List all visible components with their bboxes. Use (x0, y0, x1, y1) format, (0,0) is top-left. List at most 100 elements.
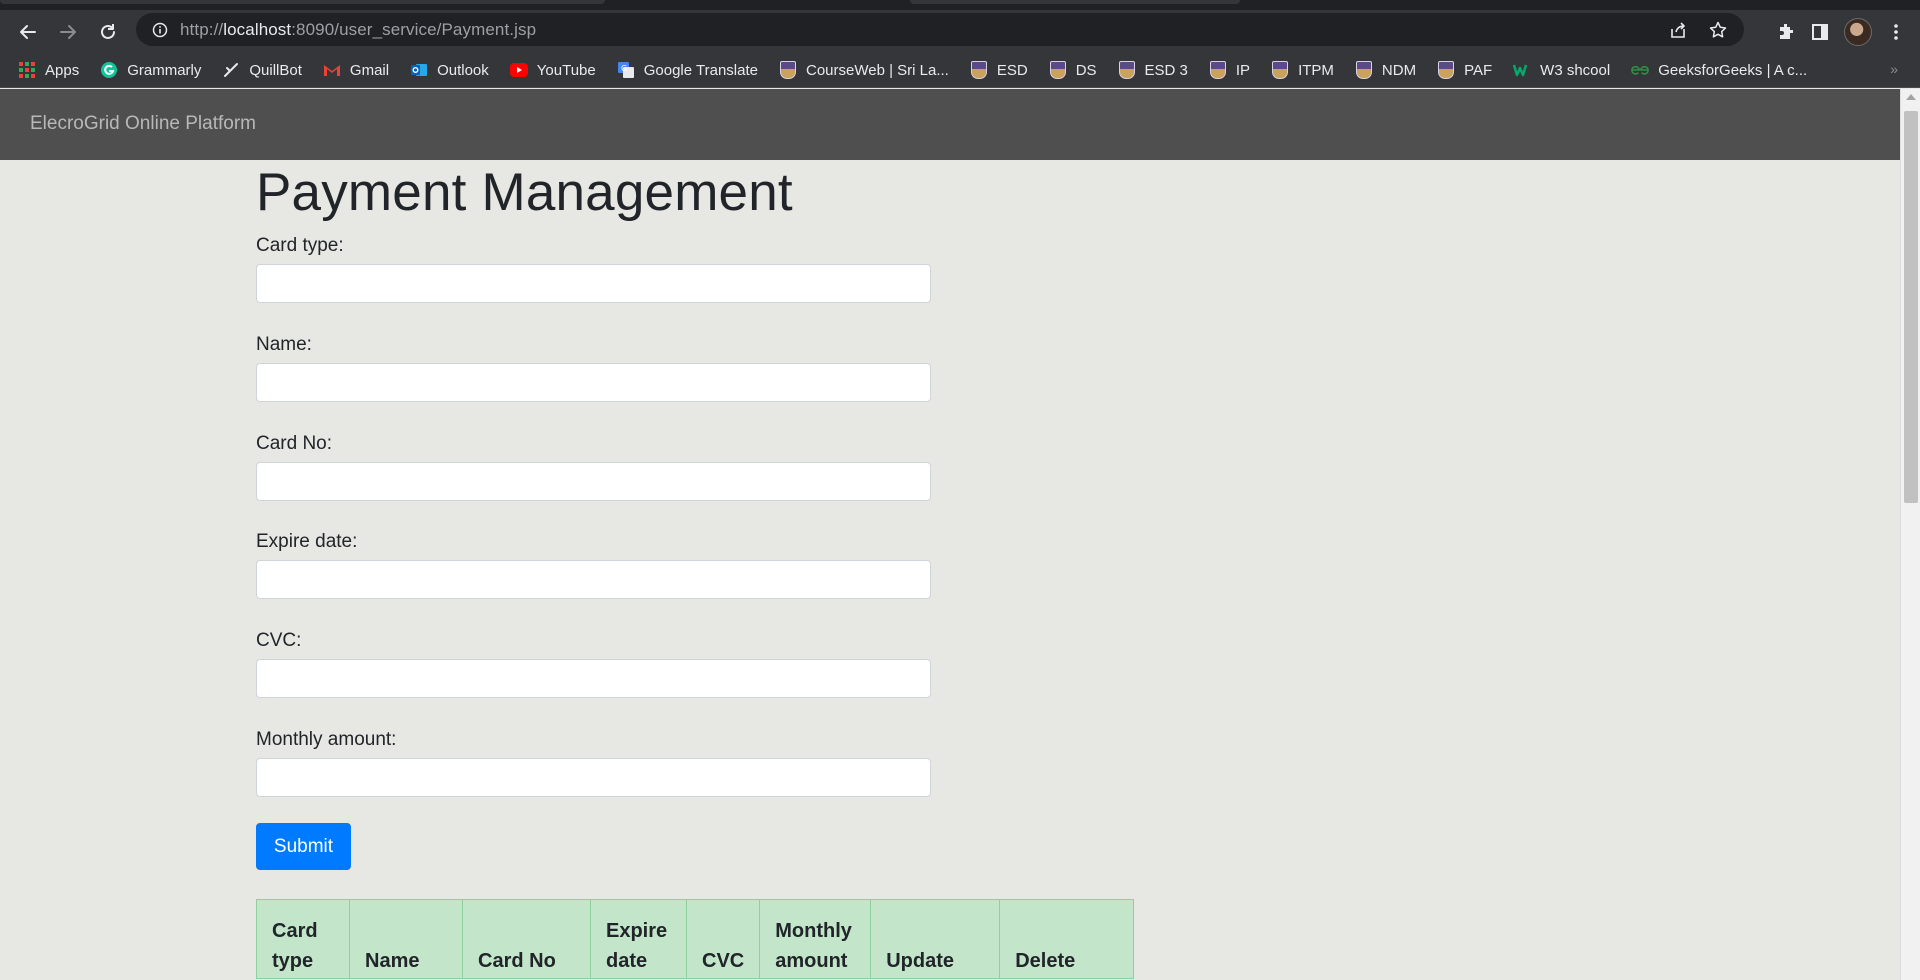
bookmark-item[interactable]: PAF (1437, 61, 1492, 79)
apps-grid-icon (18, 61, 36, 79)
bookmark-star-icon[interactable] (1708, 20, 1728, 40)
bookmark-item[interactable]: GeeksforGeeks | A c... (1631, 61, 1807, 79)
page-title: Payment Management (256, 163, 793, 222)
bookmark-item[interactable]: Gmail (323, 61, 389, 79)
expire-date-group: Expire date: (256, 530, 931, 599)
bookmark-label: Google Translate (643, 61, 758, 79)
google-translate-icon: G (617, 61, 635, 79)
reload-icon (101, 23, 115, 39)
bookmark-label: Gmail (349, 61, 390, 79)
url-scheme: http:// (180, 19, 224, 39)
bookmark-label: YouTube (536, 61, 596, 79)
bookmark-label: Apps (45, 61, 80, 79)
tab-strip (0, 0, 1920, 10)
grammarly-icon (100, 61, 118, 79)
column-header-cvc: CVC (685, 899, 761, 979)
toolbar-actions (1776, 10, 1920, 53)
bookmark-item[interactable]: IP (1209, 61, 1250, 79)
site-navbar: ElecroGrid Online Platform (0, 89, 1900, 160)
url-path: :8090/user_service/Payment.jsp (291, 19, 537, 39)
column-header-update: Update (870, 899, 1001, 979)
site-info-icon[interactable] (148, 22, 172, 38)
bookmark-label: Grammarly (127, 61, 202, 79)
sliit-icon (970, 61, 988, 79)
bookmark-item[interactable]: Apps (18, 61, 79, 79)
bookmark-item[interactable]: QuillBot (222, 61, 302, 79)
bookmarks-bar: Apps Grammarly QuillBot Gmail Outlook YouTube… (0, 53, 1920, 88)
scrollbar-thumb[interactable] (1904, 111, 1918, 503)
bookmark-item[interactable]: NDM (1355, 61, 1416, 79)
name-input[interactable] (256, 363, 931, 402)
sliit-icon (1437, 61, 1455, 79)
back-button[interactable] (8, 12, 48, 52)
bookmark-label: PAF (1464, 61, 1493, 79)
card-no-label: Card No: (256, 433, 333, 454)
browser-toolbar: http://localhost:8090/user_service/Payme… (0, 10, 1920, 53)
extensions-puzzle-icon[interactable] (1776, 22, 1796, 42)
profile-avatar[interactable] (1844, 17, 1872, 46)
share-icon[interactable] (1668, 20, 1688, 40)
bookmark-item[interactable]: Grammarly (100, 61, 201, 79)
table-header-row: Card type Name Card No Expire date CVC M… (256, 899, 1135, 979)
back-arrow-icon (20, 24, 36, 39)
sliit-icon (1271, 61, 1289, 79)
name-label: Name: (256, 334, 312, 355)
forward-arrow-icon (60, 24, 76, 39)
gmail-icon (323, 61, 341, 79)
bookmark-item[interactable]: YouTube (509, 61, 596, 79)
page-scrollbar[interactable] (1900, 89, 1920, 980)
column-header-expire-date: Expire date (590, 899, 687, 979)
payments-table: Card type Name Card No Expire date CVC M… (256, 899, 1135, 979)
card-type-group: Card type: (256, 234, 931, 303)
sliit-icon (779, 61, 797, 79)
bookmark-item[interactable]: W3 shcool (1513, 61, 1610, 79)
svg-text:G: G (621, 64, 627, 73)
bookmark-item[interactable]: Outlook (410, 61, 489, 79)
bookmark-item[interactable]: CourseWeb | Sri La... (779, 61, 949, 79)
column-header-card-no: Card No (462, 899, 591, 979)
expire-date-input[interactable] (256, 560, 931, 599)
submit-button[interactable]: Submit (256, 823, 351, 870)
navbar-brand[interactable]: ElecroGrid Online Platform (30, 113, 256, 135)
forward-button[interactable] (48, 12, 88, 52)
bookmark-label: GeeksforGeeks | A c... (1658, 61, 1808, 79)
bookmark-item[interactable]: G Google Translate (617, 61, 758, 79)
bookmark-label: ESD (996, 61, 1028, 79)
youtube-icon (509, 61, 528, 79)
outlook-icon (410, 61, 428, 79)
cvc-input[interactable] (256, 659, 931, 698)
column-header-name: Name (349, 899, 463, 979)
scroll-up-arrow-icon[interactable] (1906, 94, 1916, 100)
w3schools-icon (1513, 61, 1531, 79)
card-no-group: Card No: (256, 432, 931, 501)
name-group: Name: (256, 333, 931, 402)
reload-button[interactable] (88, 12, 128, 52)
page-viewport: ElecroGrid Online Platform Payment Manag… (0, 89, 1900, 980)
card-no-input[interactable] (256, 462, 931, 501)
bookmark-label: ESD 3 (1144, 61, 1188, 79)
monthly-amount-input[interactable] (256, 758, 931, 797)
bookmark-item[interactable]: ITPM (1271, 61, 1334, 79)
side-panel-icon[interactable] (1810, 22, 1830, 42)
menu-kebab-icon[interactable] (1886, 22, 1906, 42)
bookmark-label: QuillBot (249, 61, 302, 79)
column-header-card-type: Card type (256, 899, 350, 979)
bookmark-label: Outlook (437, 61, 489, 79)
bookmark-item[interactable]: DS (1049, 61, 1097, 79)
cvc-group: CVC: (256, 629, 931, 698)
tab-edge (910, 0, 1240, 4)
column-header-monthly-amount: Monthly amount (759, 899, 872, 979)
card-type-input[interactable] (256, 264, 931, 303)
bookmark-label: CourseWeb | Sri La... (805, 61, 949, 79)
column-header-delete: Delete (999, 899, 1135, 979)
cvc-label: CVC: (256, 630, 302, 651)
bookmarks-overflow-icon[interactable]: » (1890, 61, 1898, 77)
monthly-amount-label: Monthly amount: (256, 729, 397, 750)
tab-edge (0, 0, 605, 4)
url-text: http://localhost:8090/user_service/Payme… (180, 20, 1668, 40)
quillbot-icon (222, 61, 240, 79)
bookmark-item[interactable]: ESD 3 (1118, 61, 1188, 79)
bookmark-item[interactable]: ESD (970, 61, 1028, 79)
bookmark-label: IP (1235, 61, 1251, 79)
address-bar[interactable]: http://localhost:8090/user_service/Payme… (136, 13, 1744, 46)
